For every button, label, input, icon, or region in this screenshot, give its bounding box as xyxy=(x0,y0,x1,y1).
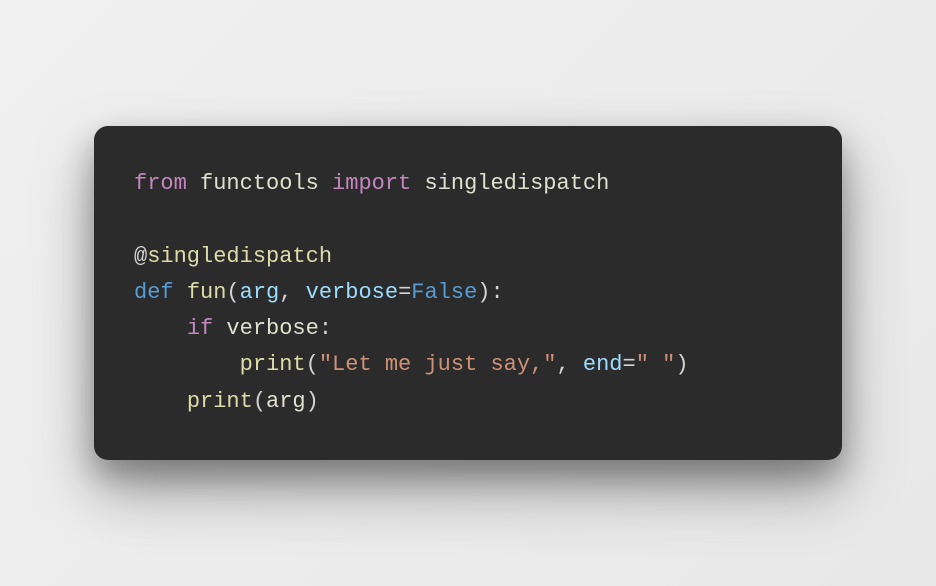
kwarg-end: end xyxy=(583,352,623,377)
module-name: functools xyxy=(200,171,319,196)
param-arg: arg xyxy=(240,280,280,305)
keyword-import: import xyxy=(332,171,411,196)
indent xyxy=(134,389,187,414)
indent xyxy=(134,316,187,341)
paren-open: ( xyxy=(253,389,266,414)
const-false: False xyxy=(411,280,477,305)
code-content: from functools import singledispatch @si… xyxy=(134,166,802,420)
string-literal: " " xyxy=(636,352,676,377)
paren-open: ( xyxy=(306,352,319,377)
condition: verbose xyxy=(226,316,318,341)
comma: , xyxy=(279,280,305,305)
paren-close: ) xyxy=(477,280,490,305)
code-block: from functools import singledispatch @si… xyxy=(94,126,842,460)
colon: : xyxy=(319,316,332,341)
function-name: fun xyxy=(187,280,227,305)
paren-close: ) xyxy=(675,352,688,377)
equals: = xyxy=(398,280,411,305)
builtin-print: print xyxy=(240,352,306,377)
import-name: singledispatch xyxy=(424,171,609,196)
decorator-name: singledispatch xyxy=(147,244,332,269)
arg-name: arg xyxy=(266,389,306,414)
decorator-at: @ xyxy=(134,244,147,269)
paren-close: ) xyxy=(306,389,319,414)
builtin-print: print xyxy=(187,389,253,414)
indent xyxy=(134,352,240,377)
keyword-if: if xyxy=(187,316,213,341)
colon: : xyxy=(490,280,503,305)
param-verbose: verbose xyxy=(306,280,398,305)
keyword-from: from xyxy=(134,171,187,196)
keyword-def: def xyxy=(134,280,174,305)
comma: , xyxy=(556,352,582,377)
paren-open: ( xyxy=(226,280,239,305)
equals: = xyxy=(623,352,636,377)
string-literal: "Let me just say," xyxy=(319,352,557,377)
